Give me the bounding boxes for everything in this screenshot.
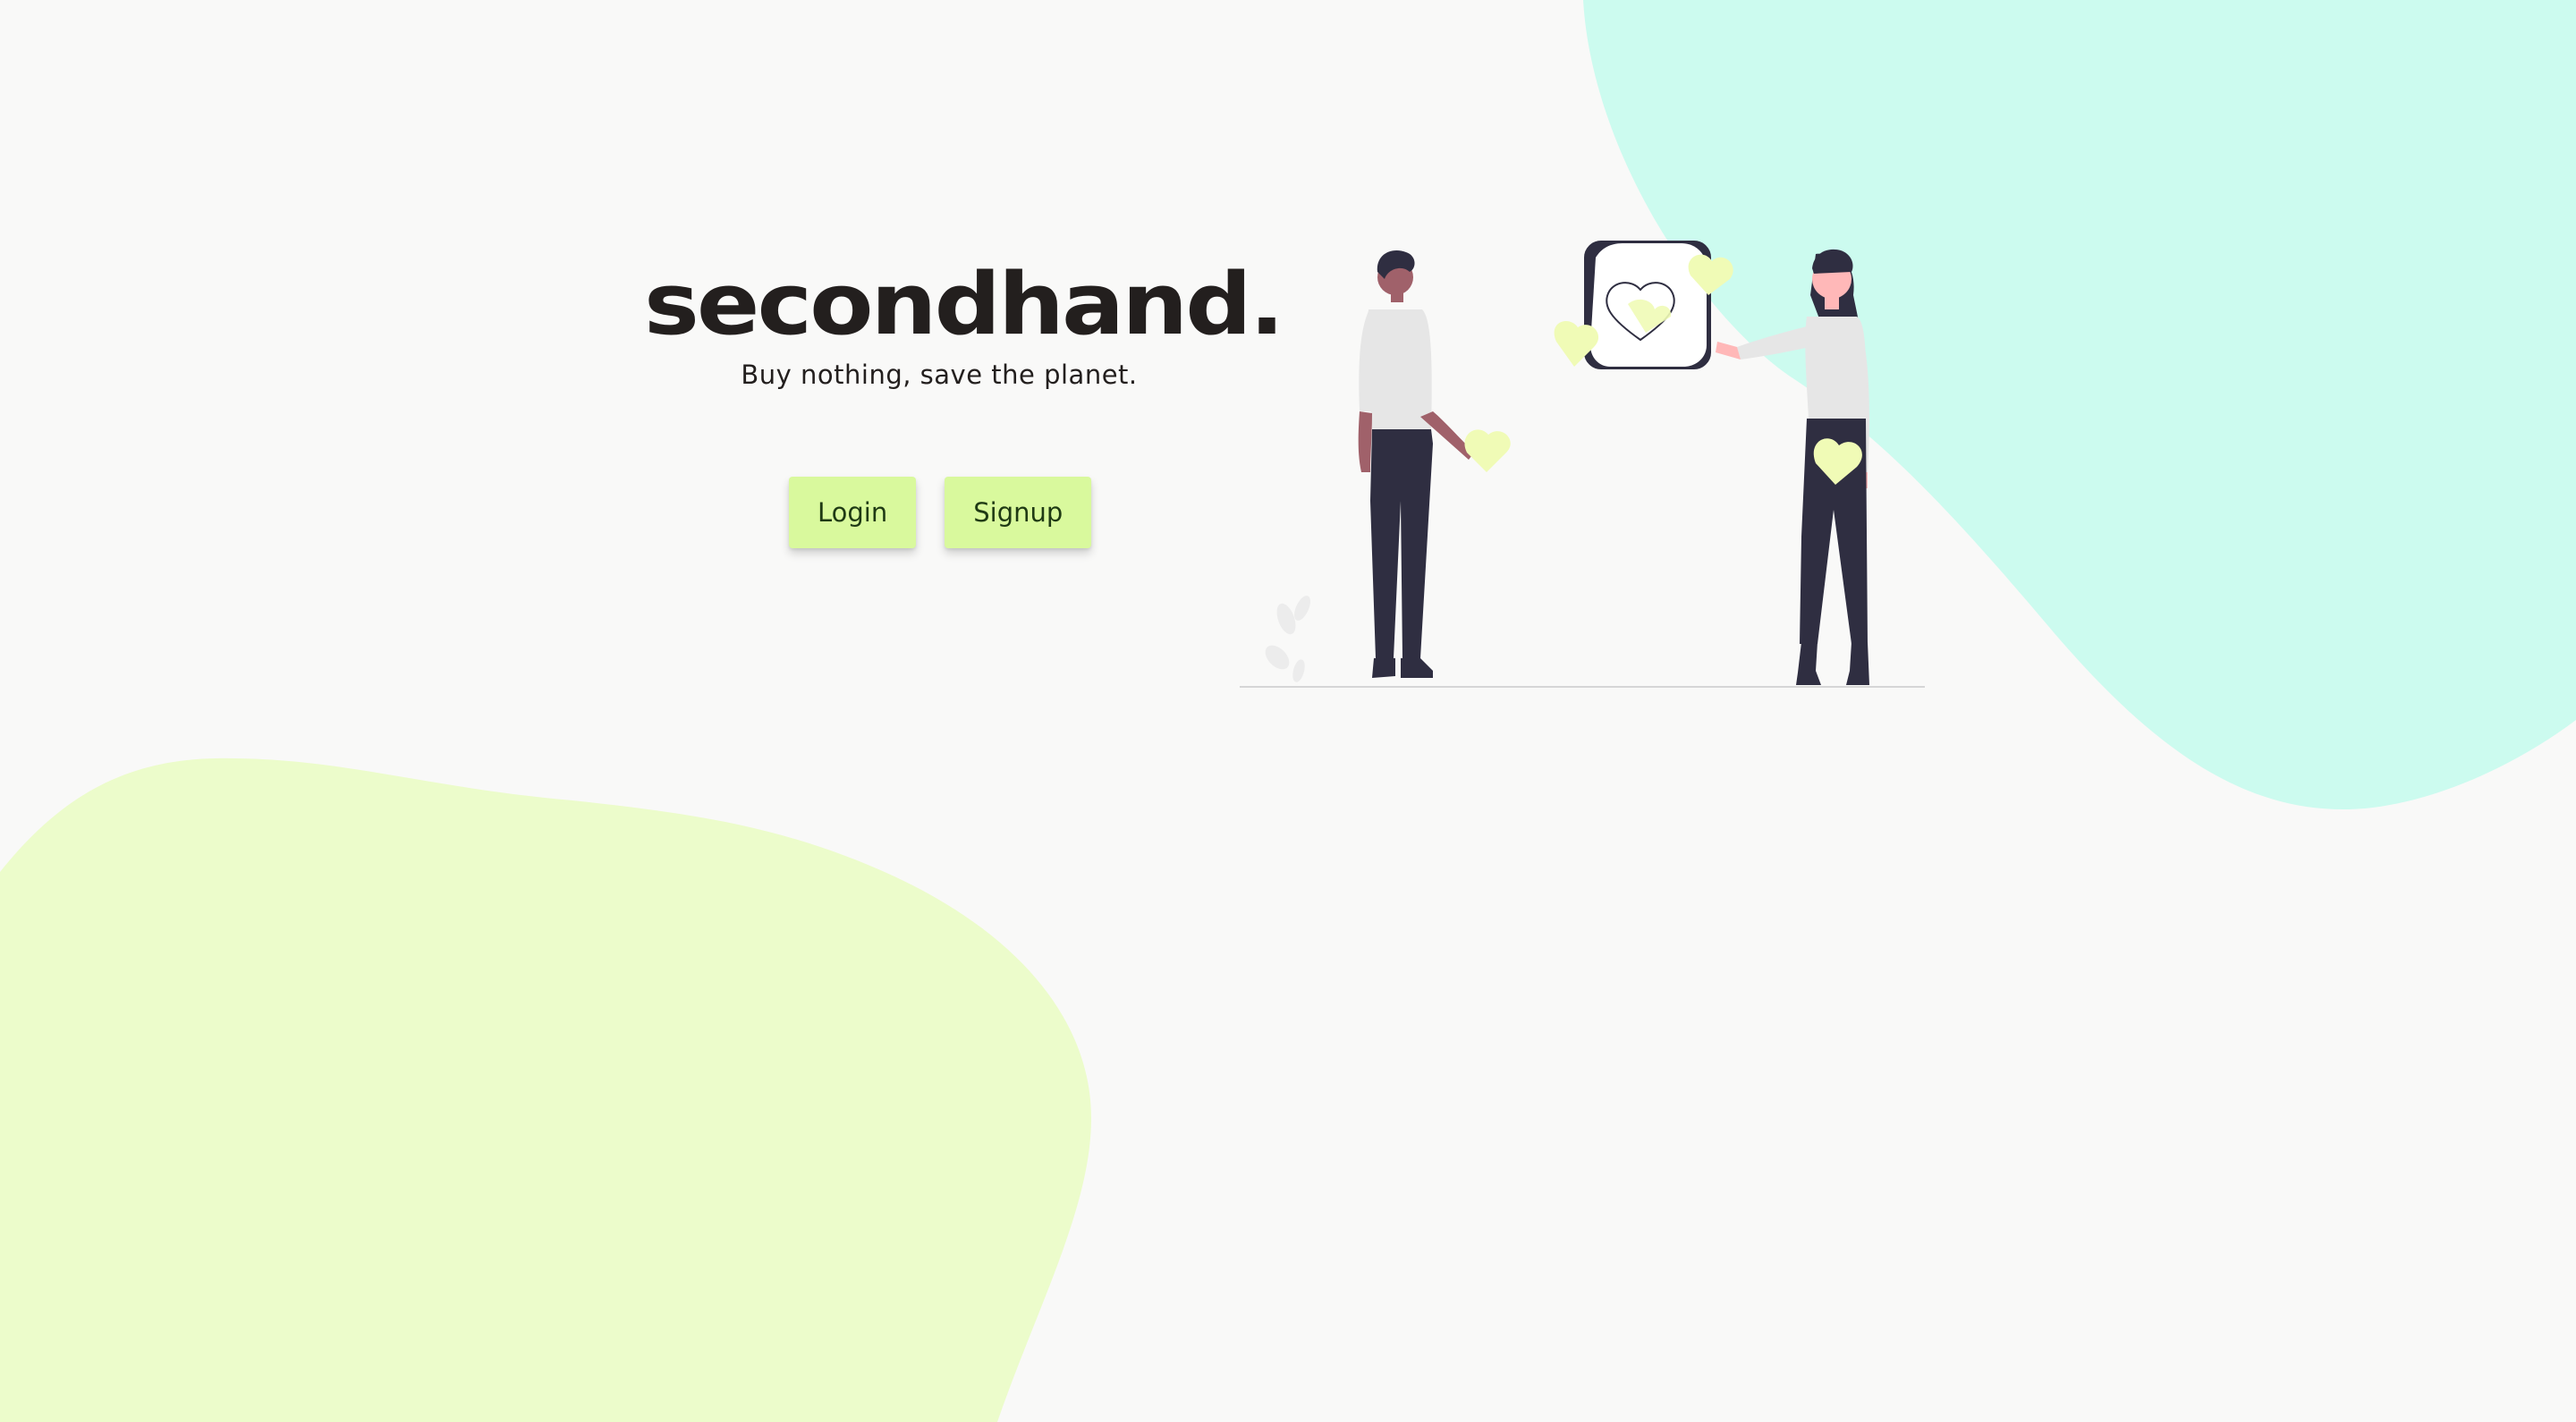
background-blob-lime [0,758,1091,1422]
hero: secondhand. Buy nothing, save the planet… [644,250,1284,390]
landing-page: secondhand. Buy nothing, save the planet… [0,0,2576,1422]
tagline: Buy nothing, save the planet. [741,360,1138,390]
man-figure [1358,250,1474,678]
auth-actions: Login Signup [789,477,1092,548]
illustration [1240,241,1925,688]
signup-button[interactable]: Signup [945,477,1092,548]
login-button[interactable]: Login [789,477,917,548]
plant-icon [1265,596,1310,682]
brand-logo: secondhand. [644,253,1284,355]
heart-icon [1464,429,1511,472]
